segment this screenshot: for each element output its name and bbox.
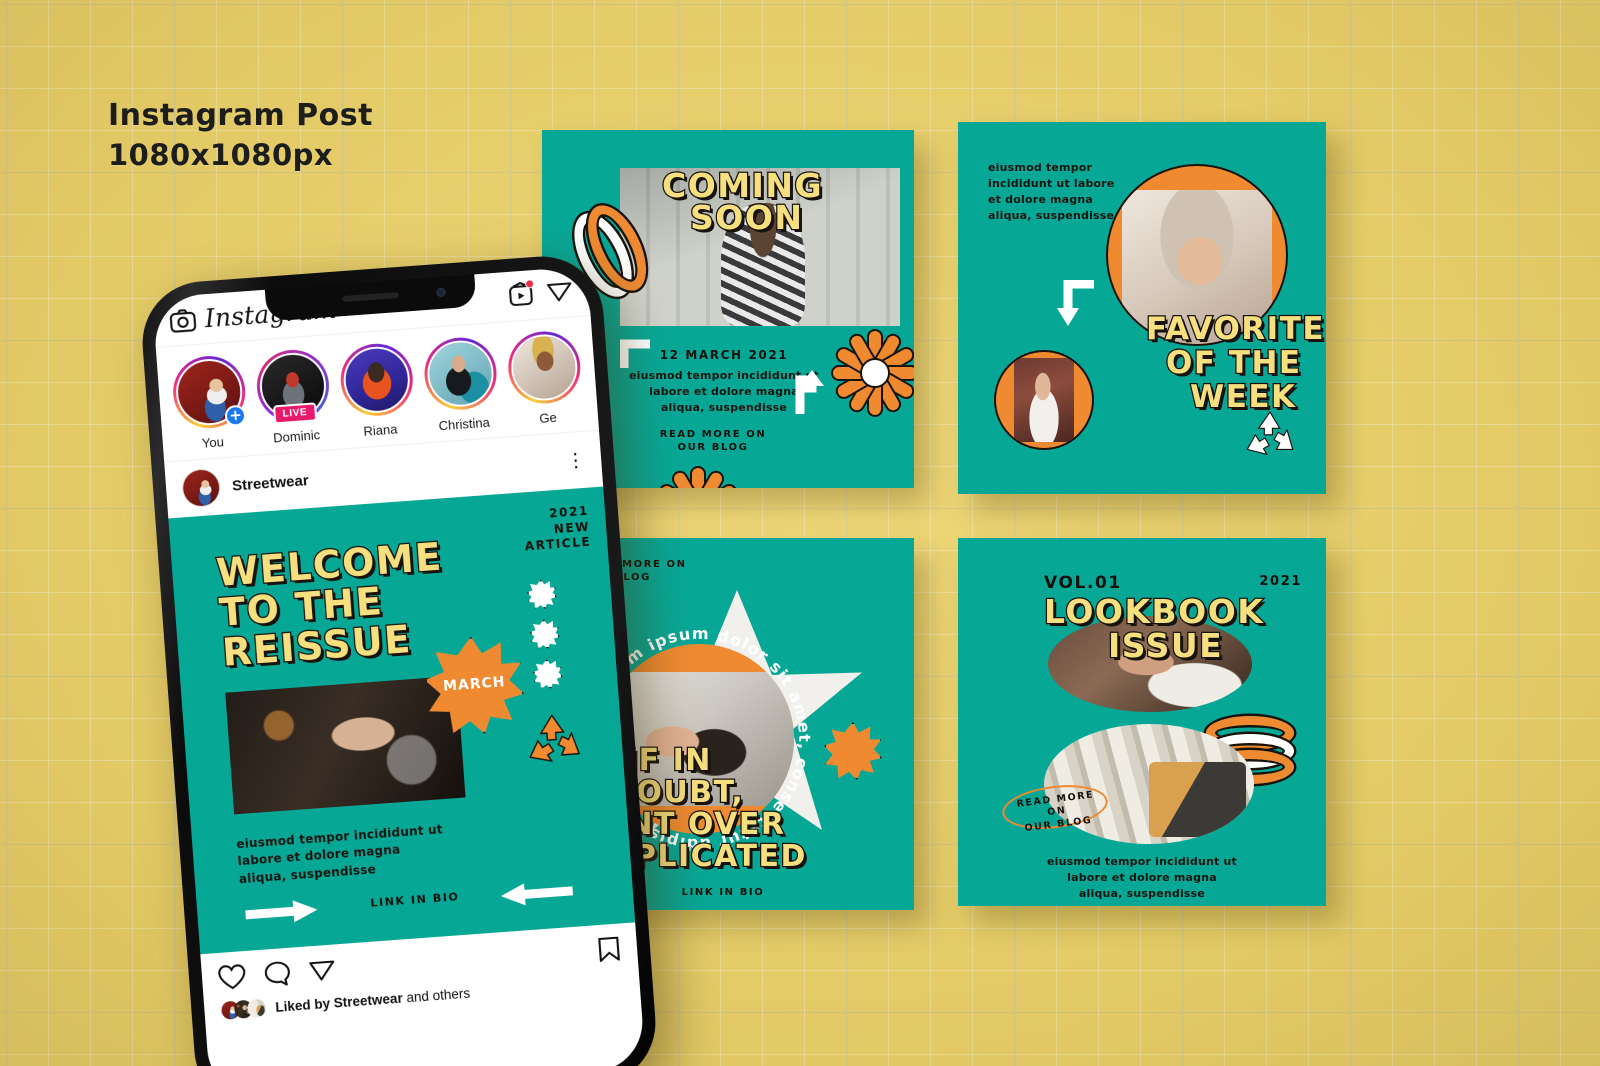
page-title-block: Instagram Post 1080x1080px: [108, 96, 373, 174]
favorite-title-line3: WEEK: [1189, 379, 1297, 415]
liked-by-avatars: [219, 997, 268, 1021]
phone-body: Instagram + You LIVE Dominic Riana Chris…: [138, 252, 660, 1066]
story-ring[interactable]: [505, 328, 583, 407]
lookbook-volume: VOL.01: [1044, 573, 1122, 593]
star-white-1-icon: [526, 578, 558, 610]
more-vertical-icon[interactable]: ⋮: [565, 448, 586, 471]
story-label-you: You: [201, 434, 225, 451]
story-item-ge[interactable]: Ge: [505, 328, 585, 428]
favorite-body-line3: et dolore magna: [988, 192, 1094, 206]
daisy-flower-bottom-icon: [650, 462, 746, 488]
favorite-body-line2: incididunt ut labore: [988, 176, 1115, 190]
starburst-orange-icon: [824, 722, 882, 780]
page-title: Instagram Post: [108, 98, 373, 133]
story-label-dominic: Dominic: [272, 427, 321, 446]
lookbook-body-line2: labore et dolore magna: [1067, 870, 1217, 884]
arrow-up-white-icon: [795, 370, 824, 414]
lookbook-title-line2: ISSUE: [1107, 626, 1224, 665]
phone-mockup: Instagram + You LIVE Dominic Riana Chris…: [138, 252, 660, 1066]
corner-bracket-white-icon: [620, 339, 650, 368]
story-item-you[interactable]: + You: [170, 353, 250, 453]
add-story-plus-icon[interactable]: +: [224, 404, 247, 427]
bookmark-icon[interactable]: [596, 935, 622, 963]
liked-by-suffix: and others: [405, 985, 471, 1005]
lookbook-body-line3: aliqua, suspendisse: [1078, 886, 1206, 900]
igtv-icon[interactable]: [508, 278, 535, 311]
post-photo: [225, 675, 466, 815]
favorite-body-line4: aliqua, suspendisse: [988, 208, 1115, 222]
favorite-title-line2: OF THE: [1165, 345, 1302, 381]
page-subtitle: 1080x1080px: [108, 137, 334, 172]
coming-soon-title-line2: SOON: [689, 198, 804, 237]
post-headline-line3: REISSUE: [219, 616, 414, 676]
post-card-lookbook-issue[interactable]: VOL.01 2021 LOOKBOOK ISSUE READ MORE ON …: [958, 538, 1326, 906]
story-ring[interactable]: [338, 341, 416, 419]
phone-speaker: [342, 291, 399, 303]
phone-front-camera: [436, 287, 446, 298]
lookbook-year: 2021: [1259, 574, 1302, 589]
story-label-ge: Ge: [538, 409, 558, 426]
star-white-3-icon: [532, 658, 564, 690]
liked-by-name[interactable]: Streetwear: [333, 990, 403, 1010]
send-icon[interactable]: [546, 278, 574, 308]
avatar[interactable]: [180, 467, 222, 509]
liked-by-text: Liked by Streetwear and others: [275, 985, 471, 1014]
story-label-christina: Christina: [438, 414, 491, 434]
share-icon[interactable]: [308, 956, 337, 984]
post-username[interactable]: Streetwear: [231, 472, 309, 495]
liked-by-prefix: Liked by: [274, 995, 331, 1015]
arrow-left-icon[interactable]: [500, 878, 574, 909]
post-corner-article: ARTICLE: [524, 534, 592, 554]
post-image-welcome-to-the-reissue[interactable]: 2021 NEW ARTICLE WELCOME TO THE REISSUE …: [168, 486, 636, 955]
arrow-curve-down-white-icon: [1057, 280, 1094, 326]
story-item-riana[interactable]: Riana: [338, 341, 417, 440]
lookbook-title-line1: LOOKBOOK: [1043, 592, 1265, 631]
post-card-favorite-of-the-week[interactable]: eiusmod tempor incididunt ut labore et d…: [958, 122, 1326, 494]
notification-dot: [524, 278, 535, 289]
story-label-riana: Riana: [362, 421, 398, 439]
lookbook-body-line1: eiusmod tempor incididunt ut: [1046, 855, 1238, 868]
story-item-dominic[interactable]: LIVE Dominic: [254, 347, 333, 446]
camera-icon[interactable]: [169, 307, 197, 333]
favorite-body-line1: eiusmod tempor: [988, 161, 1093, 174]
live-badge: LIVE: [273, 402, 317, 425]
recycle-icon: [1246, 411, 1294, 456]
phone-screen[interactable]: Instagram + You LIVE Dominic Riana Chris…: [152, 266, 646, 1066]
favorite-title-line1: FAVORITE: [1145, 311, 1326, 347]
heart-icon[interactable]: [217, 963, 247, 991]
star-white-2-icon: [529, 618, 561, 650]
story-item-christina[interactable]: Christina: [421, 335, 501, 434]
doubt-title-line1: IF IN: [625, 743, 712, 778]
story-ring[interactable]: [421, 335, 500, 413]
favorite-circle-photo-small: [994, 350, 1094, 450]
recycle-icon: [529, 713, 581, 762]
comment-icon[interactable]: [263, 960, 292, 988]
